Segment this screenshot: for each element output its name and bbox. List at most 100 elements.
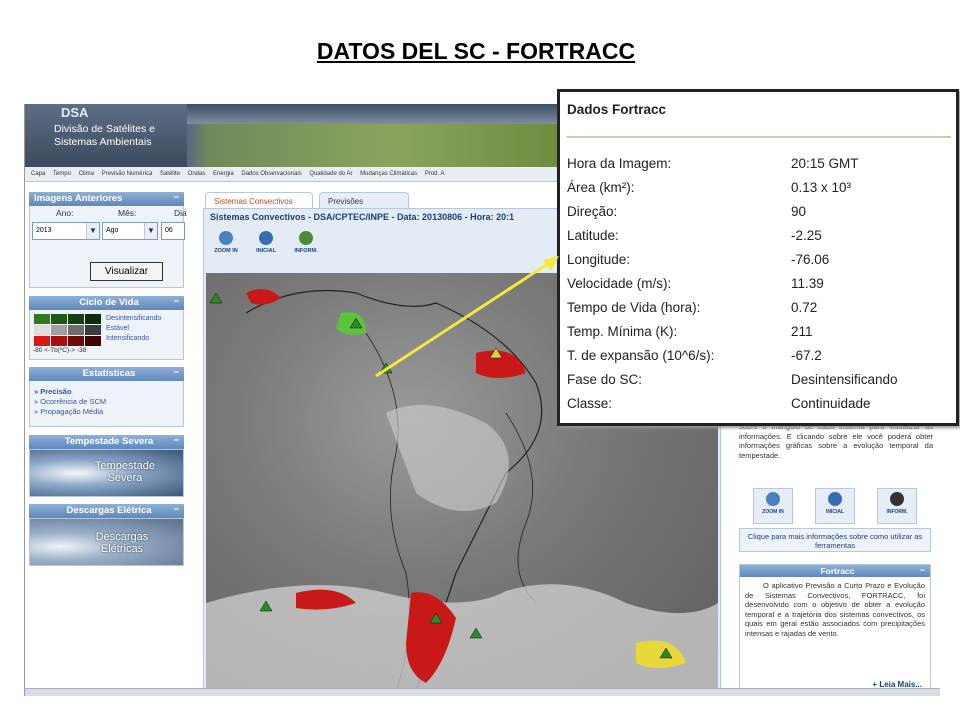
org-acronym: DSA — [61, 105, 89, 120]
nav-item[interactable]: Mudanças Climáticas — [360, 171, 417, 177]
visualize-button[interactable]: Visualizar — [90, 262, 163, 281]
row-value: Continuidade — [791, 396, 871, 411]
stats-link[interactable]: » Precisão — [34, 387, 183, 397]
day-select[interactable]: 06 — [161, 222, 185, 240]
row-value: Desintensificando — [791, 372, 898, 387]
nav-item[interactable]: Qualidade do Ar — [309, 171, 352, 177]
row-label: Área (km²): — [567, 180, 635, 195]
data-row: Temp. Mínima (K): 211 — [567, 324, 951, 344]
minimize-icon[interactable]: − — [173, 435, 179, 446]
minimize-icon[interactable]: − — [173, 192, 179, 203]
chevron-down-icon: ▼ — [86, 223, 99, 239]
color-swatch — [85, 336, 101, 346]
severe-storm-panel: Tempestade Severa − Tempestade Severa — [29, 435, 184, 497]
info-icon — [890, 492, 904, 506]
year-select[interactable]: 2013 ▼ — [32, 222, 100, 240]
color-swatch — [51, 336, 67, 346]
nav-item[interactable]: Clima — [79, 171, 94, 177]
row-label: T. de expansão (10^6/s): — [567, 348, 715, 363]
color-swatch — [68, 336, 84, 346]
magnifier-icon — [219, 231, 233, 245]
row-label: Hora da Imagem: — [567, 156, 672, 171]
nav-item[interactable]: Prod. A — [425, 171, 445, 177]
color-swatch — [85, 314, 101, 324]
slide-title: DATOS DEL SC - FORTRACC — [316, 38, 636, 64]
panel-header[interactable]: Estatísticas − — [29, 367, 184, 381]
convective-cluster[interactable] — [476, 350, 526, 379]
info-button[interactable]: INFORM. — [877, 488, 917, 524]
panel-header[interactable]: Descargas Elétrica − — [29, 504, 184, 518]
info-button[interactable]: INFORM. — [288, 229, 324, 265]
divider — [567, 136, 951, 138]
statistics-panel: Estatísticas − » Precisão » Ocorrência de… — [29, 367, 184, 427]
org-name: Divisão de Satélites e Sistemas Ambienta… — [54, 123, 155, 148]
row-label: Latitude: — [567, 228, 619, 243]
help-link[interactable]: Clique para mais informações sobre como … — [739, 528, 931, 552]
minimize-icon[interactable]: − — [173, 504, 179, 515]
cloud-mass — [386, 405, 509, 511]
nav-item[interactable]: Capa — [31, 171, 45, 177]
row-label: Longitude: — [567, 252, 631, 267]
panel-header[interactable]: Imagens Anteriores − — [29, 192, 184, 206]
convective-cluster[interactable] — [336, 312, 366, 335]
zoom-in-button[interactable]: ZOOM IN — [753, 488, 793, 524]
stats-link[interactable]: » Ocorrência de SCM — [34, 397, 183, 407]
panel-header[interactable]: Fortracc − — [740, 565, 930, 577]
severe-storm-banner[interactable]: Tempestade Severa — [29, 449, 184, 497]
nav-item[interactable]: Ondas — [188, 171, 206, 177]
right-info-column: sobre o triângulo de cada sistema para v… — [737, 422, 940, 692]
stats-link[interactable]: » Propagação Média — [34, 407, 183, 417]
legend-label: Desintensificando — [106, 315, 162, 322]
life-cycle-panel: Ciclo de Vida − Desintensificando Estável… — [29, 296, 184, 360]
data-row: Latitude: -2.25 — [567, 228, 951, 248]
temperature-scale: -80 <-Tb(ºC)-> -38 — [33, 347, 87, 354]
convective-cluster[interactable] — [246, 289, 281, 305]
tab-forecasts[interactable]: Previsões — [319, 192, 409, 208]
color-swatch — [51, 325, 67, 335]
color-swatch — [85, 325, 101, 335]
year-label: Ano: — [56, 208, 74, 218]
fortracc-info-panel: Fortracc − O aplicativo Previsão a Curto … — [739, 564, 931, 692]
data-row: Direção: 90 — [567, 204, 951, 224]
zoom-in-button[interactable]: ZOOM IN — [208, 229, 244, 265]
panel-header[interactable]: Tempestade Severa − — [29, 435, 184, 449]
row-value: 20:15 GMT — [791, 156, 859, 171]
border-line — [505, 412, 537, 604]
chevron-down-icon: ▼ — [144, 223, 157, 239]
triangle-marker[interactable] — [379, 362, 393, 374]
minimize-icon[interactable]: − — [920, 565, 925, 575]
initial-view-button[interactable]: INICIAL — [815, 488, 855, 524]
printer-icon — [828, 492, 842, 506]
color-swatch — [34, 325, 50, 335]
data-row: Velocidade (m/s): 11.39 — [567, 276, 951, 296]
data-row: Tempo de Vida (hora): 0.72 — [567, 300, 951, 320]
row-value: -67.2 — [791, 348, 822, 363]
row-value: 90 — [791, 204, 807, 219]
nav-item[interactable]: Previsão Numérica — [102, 171, 153, 177]
row-label: Tempo de Vida (hora): — [567, 300, 701, 315]
tab-convective-systems[interactable]: Sistemas Convectivos — [205, 192, 313, 208]
month-label: Mês: — [118, 208, 137, 218]
data-row: Hora da Imagem: 20:15 GMT — [567, 156, 951, 176]
data-row: Classe: Continuidade — [567, 396, 951, 416]
row-value: 11.39 — [791, 276, 824, 291]
triangle-marker[interactable] — [209, 292, 223, 304]
nav-item[interactable]: Dados Observacionais — [241, 171, 301, 177]
nav-item[interactable]: Energia — [213, 171, 234, 177]
panel-header[interactable]: Ciclo de Vida − — [29, 296, 184, 310]
row-label: Direção: — [567, 204, 618, 219]
minimize-icon[interactable]: − — [173, 367, 179, 378]
legend-label: Intensificando — [106, 335, 150, 342]
lightning-banner[interactable]: Descargas Elétricas — [29, 518, 184, 566]
initial-view-button[interactable]: INICIAL — [248, 229, 284, 265]
instructions-text: sobre o triângulo de cada sistema para v… — [739, 422, 933, 460]
month-select[interactable]: Ago ▼ — [102, 222, 158, 240]
data-row: Fase do SC: Desintensificando — [567, 372, 951, 392]
row-value: 0.72 — [791, 300, 818, 315]
color-swatch — [68, 314, 84, 324]
nav-item[interactable]: Satélite — [160, 171, 180, 177]
nav-item[interactable]: Tempo — [53, 171, 71, 177]
dsa-logo[interactable]: DSA Divisão de Satélites e Sistemas Ambi… — [25, 104, 187, 167]
row-value: 0.13 x 10³ — [791, 180, 852, 195]
minimize-icon[interactable]: − — [173, 296, 179, 307]
